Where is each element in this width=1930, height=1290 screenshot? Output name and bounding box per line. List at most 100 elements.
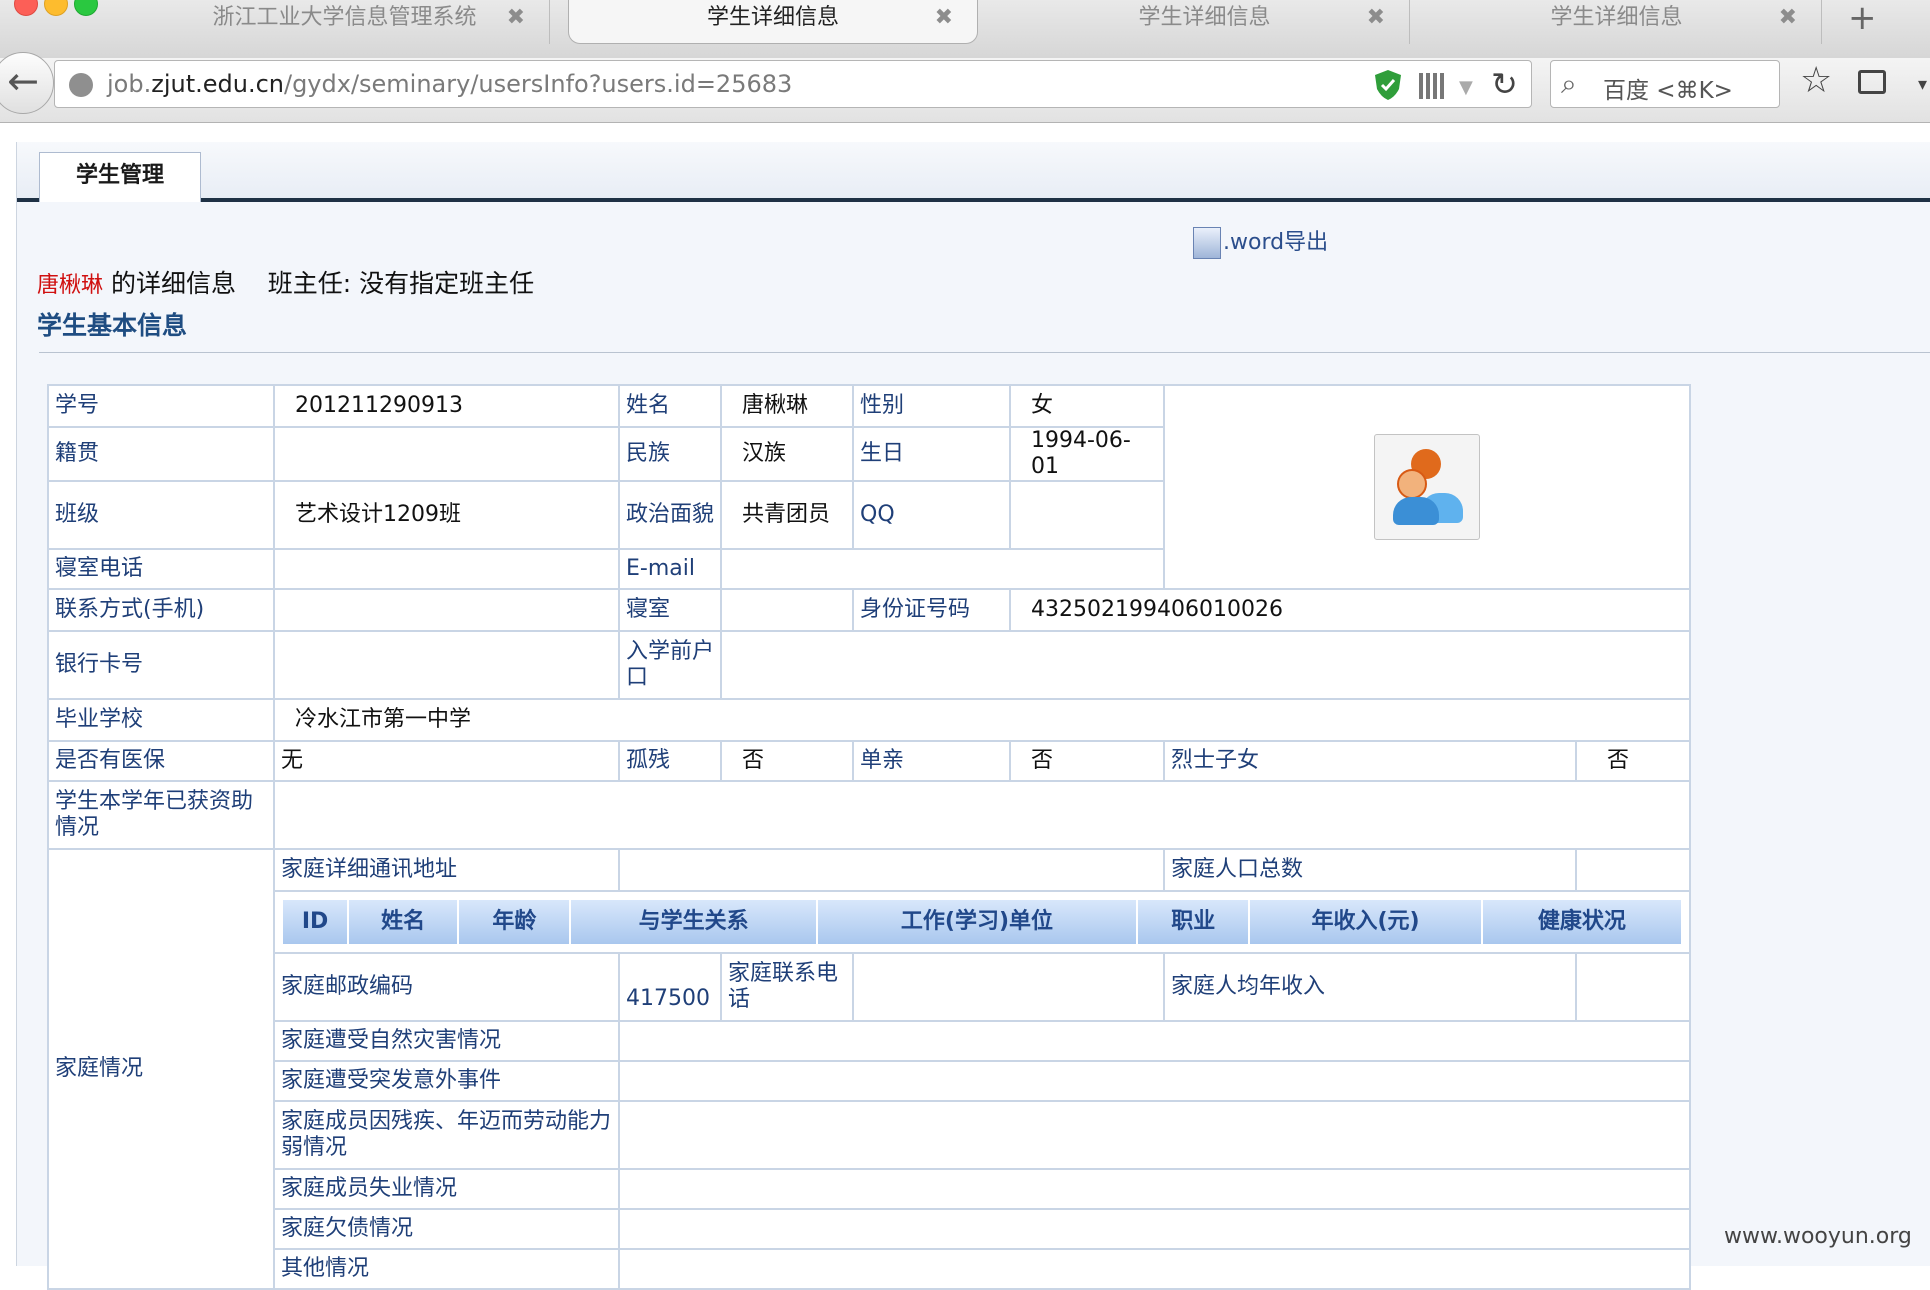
browser-tab[interactable]: 学生详细信息 ✖: [1000, 0, 1410, 44]
value-natural-disaster: [618, 1020, 1691, 1062]
close-icon[interactable]: ✖: [1367, 0, 1385, 36]
label-class: 班级: [47, 480, 275, 550]
label-single-parent: 单亲: [852, 740, 1011, 782]
label-native-place: 籍贯: [47, 426, 275, 482]
zoom-window-button[interactable]: [74, 0, 98, 16]
label-dorm-phone: 寝室电话: [47, 548, 275, 590]
more-dropdown-icon[interactable]: ▾: [1918, 74, 1927, 95]
watermark-text: www.wooyun.org: [1724, 1224, 1912, 1249]
section-title: 学生基本信息: [37, 311, 188, 340]
module-header: 学生管理: [17, 142, 1930, 202]
column-header-name[interactable]: 姓名: [347, 898, 460, 946]
browser-tab[interactable]: 浙江工业大学信息管理系统 ✖: [140, 0, 550, 44]
url-text[interactable]: job.zjut.edu.cn/gydx/seminary/usersInfo?…: [107, 70, 792, 98]
divider: [39, 352, 1930, 353]
photo-cell: [1163, 384, 1691, 590]
label-name: 姓名: [618, 384, 722, 428]
label-orphan: 孤残: [618, 740, 722, 782]
back-arrow-icon: ←: [7, 59, 39, 103]
column-header-occupation[interactable]: 职业: [1136, 898, 1251, 946]
label-email: E-mail: [618, 548, 722, 590]
value-martyr-child: 否: [1575, 740, 1691, 782]
label-mobile: 联系方式(手机): [47, 588, 275, 632]
browser-tab-active[interactable]: 学生详细信息 ✖: [568, 0, 978, 44]
value-graduated-school: 冷水江市第一中学: [273, 698, 1691, 742]
word-export-link[interactable]: .word导出: [1193, 224, 1328, 259]
close-icon[interactable]: ✖: [935, 0, 953, 36]
label-political: 政治面貌: [618, 480, 722, 550]
browser-tab[interactable]: 学生详细信息 ✖: [1412, 0, 1822, 44]
value-other: [618, 1248, 1691, 1290]
value-hukou: [720, 630, 1691, 700]
value-ethnicity: 汉族: [720, 426, 854, 482]
label-family-address: 家庭详细通讯地址: [273, 848, 620, 892]
label-medical-insurance: 是否有医保: [47, 740, 275, 782]
label-family-postcode: 家庭邮政编码: [273, 952, 620, 1022]
close-icon[interactable]: ✖: [507, 0, 525, 36]
label-id-card: 身份证号码: [852, 588, 1011, 632]
value-id-card: 432502199406010026: [1009, 588, 1691, 632]
value-gender: 女: [1009, 384, 1165, 428]
value-family-size: [1575, 848, 1691, 892]
search-box[interactable]: ⌕ 百度 <⌘K>: [1550, 60, 1780, 108]
tab-title: 学生详细信息: [706, 5, 839, 30]
address-bar[interactable]: job.zjut.edu.cn/gydx/seminary/usersInfo?…: [54, 60, 1532, 108]
new-tab-button[interactable]: +: [1848, 0, 1877, 38]
label-natural-disaster: 家庭遭受自然灾害情况: [273, 1020, 620, 1062]
label-family-size: 家庭人口总数: [1163, 848, 1577, 892]
detail-suffix: 的详细信息: [103, 269, 236, 298]
word-export-label: .word导出: [1223, 230, 1329, 255]
value-family-avg-income: [1575, 952, 1691, 1022]
value-accident: [618, 1060, 1691, 1102]
family-members-table: ID 姓名 年龄 与学生关系 工作(学习)单位 职业 年收入(元) 健康状况: [280, 898, 1684, 946]
column-header-health[interactable]: 健康状况: [1480, 898, 1684, 946]
minimize-window-button[interactable]: [44, 0, 68, 16]
value-bank-card: [273, 630, 620, 700]
student-detail-heading: 唐楸琳 的详细信息 班主任: 没有指定班主任: [37, 264, 534, 300]
qrcode-icon[interactable]: [1419, 73, 1445, 99]
value-native-place: [273, 426, 620, 482]
column-header-income[interactable]: 年收入(元): [1248, 898, 1483, 946]
search-icon: ⌕: [1561, 67, 1577, 100]
column-header-relation[interactable]: 与学生关系: [569, 898, 818, 946]
shield-icon[interactable]: [1373, 69, 1403, 101]
label-student-id: 学号: [47, 384, 275, 428]
value-unemployment: [618, 1168, 1691, 1210]
label-family: 家庭情况: [47, 848, 275, 1290]
family-members-cell: ID 姓名 年龄 与学生关系 工作(学习)单位 职业 年收入(元) 健康状况: [273, 890, 1691, 954]
value-family-phone: [852, 952, 1165, 1022]
column-header-id[interactable]: ID: [280, 898, 350, 946]
label-family-phone: 家庭联系电话: [720, 952, 854, 1022]
value-political: 共青团员: [720, 480, 854, 550]
url-domain: zjut.edu.cn: [151, 70, 284, 98]
search-placeholder: 百度 <⌘K>: [1603, 78, 1733, 104]
reload-icon[interactable]: ↻: [1491, 65, 1518, 103]
tab-title: 学生详细信息: [1550, 5, 1683, 30]
label-bank-card: 银行卡号: [47, 630, 275, 700]
value-disability: [618, 1100, 1691, 1170]
close-window-button[interactable]: [14, 0, 38, 16]
reading-list-icon[interactable]: [1858, 70, 1886, 94]
value-aid-received: [273, 780, 1691, 850]
label-graduated-school: 毕业学校: [47, 698, 275, 742]
label-qq: QQ: [852, 480, 1011, 550]
browser-tab-bar: 浙江工业大学信息管理系统 ✖ 学生详细信息 ✖ 学生详细信息 ✖ 学生详细信息 …: [0, 0, 1930, 59]
column-header-age[interactable]: 年龄: [457, 898, 572, 946]
value-family-address: [618, 848, 1165, 892]
label-aid-received: 学生本学年已获资助情况: [47, 780, 275, 850]
label-martyr-child: 烈士子女: [1163, 740, 1577, 782]
value-class: 艺术设计1209班: [273, 480, 620, 550]
page-content: 学生管理 .word导出 唐楸琳 的详细信息 班主任: 没有指定班主任 学生基本…: [16, 142, 1930, 1290]
value-birthday: 1994-06-01: [1009, 426, 1165, 482]
bookmark-star-icon[interactable]: ☆: [1800, 60, 1832, 101]
label-disability: 家庭成员因残疾、年迈而劳动能力弱情况: [273, 1100, 620, 1170]
tab-student-management[interactable]: 学生管理: [39, 152, 201, 202]
column-header-workplace[interactable]: 工作(学习)单位: [815, 898, 1139, 946]
value-family-postcode: 417500: [618, 952, 722, 1022]
dropdown-arrow-icon[interactable]: ▼: [1459, 77, 1473, 98]
tab-title: 浙江工业大学信息管理系统: [212, 5, 477, 30]
label-birthday: 生日: [852, 426, 1011, 482]
close-icon[interactable]: ✖: [1779, 0, 1797, 36]
value-email: [720, 548, 1165, 590]
tab-title: 学生详细信息: [1138, 5, 1271, 30]
